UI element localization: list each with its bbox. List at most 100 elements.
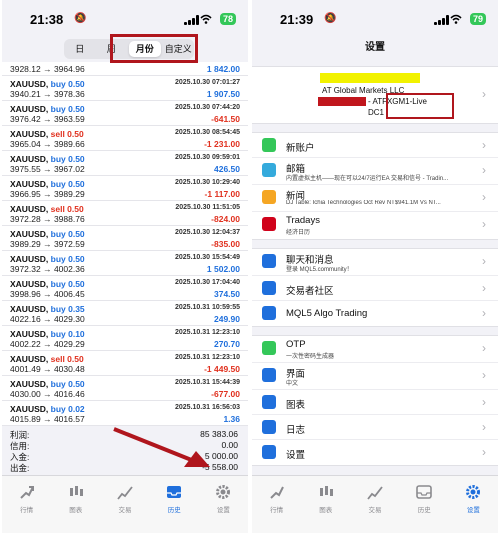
settings-item[interactable]: 邮箱 内置虚拟主机——现在可以24/7运行EA 交易和信号 - Tradin...… bbox=[252, 158, 498, 185]
settings-item-title: MQL5 Algo Trading bbox=[286, 308, 368, 319]
tab-history[interactable]: 历史 bbox=[400, 476, 449, 533]
deal-date: 2025.10.31 12:23:10 bbox=[175, 354, 240, 361]
journal-icon bbox=[262, 420, 276, 434]
redaction-mark bbox=[318, 97, 366, 106]
tab-bar: 行情 图表 交易 历史 设置 bbox=[252, 475, 498, 533]
inbox-icon bbox=[416, 485, 433, 499]
list-item[interactable]: XAUUSD, sell 0.50 3965.04 → 3989.66 2025.1… bbox=[2, 126, 248, 151]
settings-item[interactable]: 界面 中文 › bbox=[252, 363, 498, 390]
deal-symbol: XAUUSD, buy 0.50 bbox=[10, 179, 85, 189]
deal-prices: 3940.21 → 3978.36 bbox=[10, 89, 85, 99]
list-item[interactable]: XAUUSD, sell 0.50 3972.28 → 3988.76 2025.1… bbox=[2, 201, 248, 226]
settings-item[interactable]: MQL5 Algo Trading › bbox=[252, 301, 498, 326]
deal-date: 2025.10.31 15:44:39 bbox=[175, 379, 240, 386]
deal-profit: 1 907.50 bbox=[206, 89, 240, 99]
tab-quotes[interactable]: 行情 bbox=[252, 476, 301, 533]
trade-icon bbox=[367, 486, 383, 500]
list-item[interactable]: XAUUSD, buy 0.50 3998.96 → 4006.45 2025.10… bbox=[2, 276, 248, 301]
deal-profit: -641.50 bbox=[211, 114, 240, 124]
settings-item[interactable]: 图表 › bbox=[252, 390, 498, 415]
deal-date: 2025.10.31 16:56:03 bbox=[175, 404, 240, 411]
settings-item-title: OTP bbox=[286, 339, 306, 350]
tab-chart[interactable]: 图表 bbox=[51, 476, 100, 533]
settings-item[interactable]: 聊天和消息 登录 MQL5.community！ › bbox=[252, 249, 498, 276]
settings-item[interactable]: OTP 一次性密码生成器 › bbox=[252, 336, 498, 363]
deal-profit: 1 502.00 bbox=[206, 264, 240, 274]
quotes-icon bbox=[269, 486, 284, 499]
person-plus-icon bbox=[262, 138, 276, 152]
deal-symbol: XAUUSD, buy 0.50 bbox=[10, 79, 85, 89]
deal-date: 2025.10.30 12:04:37 bbox=[175, 229, 240, 236]
deal-prices: 3976.42 → 3963.59 bbox=[10, 114, 85, 124]
chat-icon bbox=[262, 254, 276, 268]
chevron-right-icon: › bbox=[482, 87, 486, 101]
segment-day[interactable]: 日 bbox=[64, 39, 96, 59]
tab-trade[interactable]: 交易 bbox=[350, 476, 399, 533]
list-item[interactable]: XAUUSD, buy 0.50 3975.55 → 3967.02 2025.10… bbox=[2, 151, 248, 176]
chevron-right-icon: › bbox=[482, 445, 486, 459]
chevron-right-icon: › bbox=[482, 217, 486, 231]
deal-side: buy 0.35 bbox=[50, 304, 85, 314]
settings-item[interactable]: Tradays 经济日历 › bbox=[252, 212, 498, 239]
settings-item-subtitle: 登录 MQL5.community！ bbox=[286, 267, 353, 273]
list-item[interactable]: XAUUSD, buy 0.02 4015.89 → 4016.57 2025.10… bbox=[2, 401, 248, 426]
deal-profit: -835.00 bbox=[211, 239, 240, 249]
credit-value: 0.00 bbox=[221, 440, 238, 450]
list-item[interactable]: XAUUSD, buy 0.50 3966.95 → 3989.29 2025.10… bbox=[2, 176, 248, 201]
deal-side: buy 0.02 bbox=[50, 404, 85, 414]
profit-label: 利润: bbox=[10, 430, 30, 440]
settings-item[interactable]: 日志 › bbox=[252, 415, 498, 440]
settings-item[interactable]: 新账户 › bbox=[252, 133, 498, 158]
settings-item[interactable]: 设置 › bbox=[252, 440, 498, 465]
credit-label: 信用: bbox=[10, 441, 30, 451]
list-item[interactable]: XAUUSD, buy 0.50 3940.21 → 3978.36 2025.10… bbox=[2, 76, 248, 101]
wifi-icon bbox=[200, 14, 212, 24]
deal-prices: 3975.55 → 3967.02 bbox=[10, 164, 85, 174]
history-screen: 21:38 🔕 78 日 周 月份 自定义 3928.12 → 3964.96 … bbox=[2, 0, 248, 533]
deal-symbol: XAUUSD, buy 0.50 bbox=[10, 279, 85, 289]
list-item[interactable]: XAUUSD, buy 0.50 3976.42 → 3963.59 2025.10… bbox=[2, 101, 248, 126]
deal-prices: 3972.28 → 3988.76 bbox=[10, 214, 85, 224]
tab-trade[interactable]: 交易 bbox=[100, 476, 149, 533]
tab-quotes[interactable]: 行情 bbox=[2, 476, 51, 533]
deal-date: 2025.10.30 09:59:01 bbox=[175, 154, 240, 161]
settings-item-title: 日志 bbox=[286, 425, 306, 436]
deal-date: 2025.10.30 10:29:40 bbox=[175, 179, 240, 186]
deal-prices: 4030.00 → 4016.46 bbox=[10, 389, 85, 399]
deal-symbol: XAUUSD, sell 0.50 bbox=[10, 204, 84, 214]
list-item[interactable]: XAUUSD, sell 0.50 4001.49 → 4030.48 2025.1… bbox=[2, 351, 248, 376]
deal-profit: 249.90 bbox=[214, 314, 240, 324]
deal-date: 2025.10.30 11:51:05 bbox=[175, 204, 240, 211]
signal-icon bbox=[434, 15, 450, 25]
tab-settings[interactable]: 设置 bbox=[199, 476, 248, 533]
page-title: 设置 bbox=[365, 42, 385, 53]
tab-chart[interactable]: 图表 bbox=[301, 476, 350, 533]
account-card[interactable]: AT Global Markets LLC - ATFXGM1-Live DC1… bbox=[252, 66, 498, 124]
otp-icon bbox=[262, 341, 276, 355]
tab-history[interactable]: 历史 bbox=[150, 476, 199, 533]
list-item[interactable]: XAUUSD, buy 0.50 3989.29 → 3972.59 2025.10… bbox=[2, 226, 248, 251]
deal-prices: 3989.29 → 3972.59 bbox=[10, 239, 85, 249]
list-item[interactable]: XAUUSD, buy 0.50 3972.32 → 4002.36 2025.10… bbox=[2, 251, 248, 276]
deal-symbol: XAUUSD, buy 0.50 bbox=[10, 254, 85, 264]
chart-icon bbox=[262, 395, 276, 409]
settings-item[interactable]: 交易者社区 › bbox=[252, 276, 498, 301]
deal-prices: 4001.49 → 4030.48 bbox=[10, 364, 85, 374]
deal-profit: -1 117.00 bbox=[204, 189, 240, 199]
deal-prices: 3965.04 → 3989.66 bbox=[10, 139, 85, 149]
settings-item-title: 设置 bbox=[286, 450, 306, 461]
news-icon bbox=[262, 190, 276, 204]
tab-settings[interactable]: 设置 bbox=[449, 476, 498, 533]
settings-item-title: Tradays bbox=[286, 215, 320, 226]
deal-side: buy 0.50 bbox=[50, 79, 85, 89]
settings-item[interactable]: 新闻 DJ Table: Ichia Technologies Oct Rev N… bbox=[252, 185, 498, 212]
deposit-label: 入金: bbox=[10, 452, 30, 462]
deal-symbol: XAUUSD, buy 0.50 bbox=[10, 229, 85, 239]
mail-icon bbox=[262, 163, 276, 177]
chevron-right-icon: › bbox=[482, 190, 486, 204]
settings-item-subtitle: 内置虚拟主机——现在可以24/7运行EA 交易和信号 - Tradin... bbox=[286, 176, 449, 182]
list-item[interactable]: XAUUSD, buy 0.35 4022.16 → 4029.30 2025.10… bbox=[2, 301, 248, 326]
list-item[interactable]: XAUUSD, buy 0.50 4030.00 → 4016.46 2025.10… bbox=[2, 376, 248, 401]
list-item[interactable]: 3928.12 → 3964.96 1 842.00 bbox=[2, 62, 248, 76]
list-item[interactable]: XAUUSD, buy 0.10 4002.22 → 4029.29 2025.10… bbox=[2, 326, 248, 351]
